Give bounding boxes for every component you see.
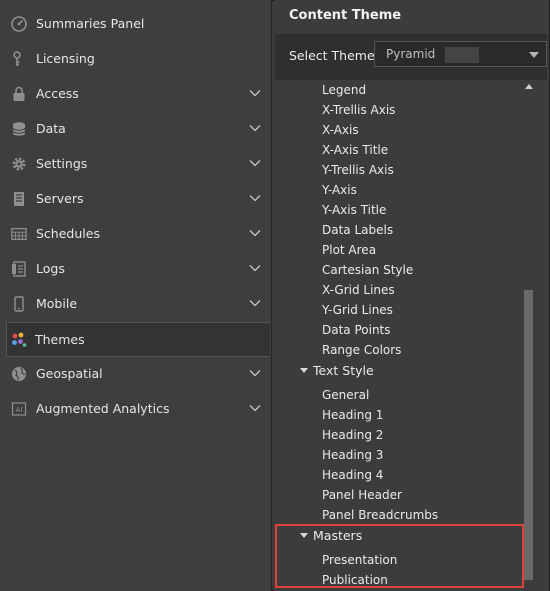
svg-text:AI: AI [16,406,23,414]
calendar-icon [11,226,27,242]
sidebar-item-label: Themes [35,332,85,347]
gauge-icon [11,16,27,32]
database-icon [11,121,27,137]
tree-item-range-colors[interactable]: Range Colors [322,343,401,358]
sidebar-item-augmented-analytics[interactable]: AI Augmented Analytics [0,391,271,426]
theme-selector-bar: Select Theme Pyramid [275,34,547,80]
tree-item-y-axis-title[interactable]: Y-Axis Title [322,203,386,218]
chevron-down-icon[interactable] [249,229,261,237]
sidebar-item-logs[interactable]: Logs [0,251,271,286]
sidebar-item-summaries-panel[interactable]: Summaries Panel [0,6,271,41]
theme-select-value: Pyramid [386,47,436,61]
tree-item-heading-2[interactable]: Heading 2 [322,428,383,443]
sidebar-item-label: Mobile [36,296,78,311]
mobile-icon [11,296,27,312]
ai-icon: AI [11,401,27,417]
tree-item-x-axis-title[interactable]: X-Axis Title [322,143,388,158]
sidebar: Summaries Panel Licensing Access Data Se… [0,0,272,591]
chevron-down-icon[interactable] [249,299,261,307]
tree-item-data-points[interactable]: Data Points [322,323,391,338]
sidebar-item-mobile[interactable]: Mobile [0,286,271,321]
sidebar-item-schedules[interactable]: Schedules [0,216,271,251]
sidebar-item-label: Geospatial [36,366,103,381]
dropdown-arrow-icon[interactable] [529,51,539,59]
sidebar-item-label: Data [36,121,66,136]
tree-item-plot-area[interactable]: Plot Area [322,243,376,258]
logs-icon [11,261,27,277]
chevron-down-icon[interactable] [249,124,261,132]
tree-item-heading-4[interactable]: Heading 4 [322,468,383,483]
sidebar-item-label: Logs [36,261,65,276]
server-icon [11,191,27,207]
sidebar-item-label: Augmented Analytics [36,401,170,416]
tree-item-panel-header[interactable]: Panel Header [322,488,402,503]
tree-item-x-trellis-axis[interactable]: X-Trellis Axis [322,103,395,118]
tree-item-x-axis[interactable]: X-Axis [322,123,359,138]
chevron-down-icon[interactable] [249,369,261,377]
sidebar-item-servers[interactable]: Servers [0,181,271,216]
sidebar-item-label: Servers [36,191,84,206]
tree-item-x-grid-lines[interactable]: X-Grid Lines [322,283,395,298]
tree-item-panel-breadcrumbs[interactable]: Panel Breadcrumbs [322,508,438,523]
sidebar-item-settings[interactable]: Settings [0,146,271,181]
chevron-down-icon[interactable] [249,404,261,412]
sidebar-item-themes[interactable]: Themes [6,322,270,357]
sidebar-item-label: Settings [36,156,88,171]
tree-item-heading-1[interactable]: Heading 1 [322,408,383,423]
tree-item-data-labels[interactable]: Data Labels [322,223,393,238]
tree-item-heading-3[interactable]: Heading 3 [322,448,383,463]
chevron-down-icon[interactable] [249,194,261,202]
sidebar-item-label: Summaries Panel [36,16,145,31]
sidebar-item-data[interactable]: Data [0,111,271,146]
select-theme-label: Select Theme [289,48,375,63]
lock-icon [11,86,27,102]
scroll-up-arrow-icon[interactable] [525,84,533,89]
gear-icon [11,156,27,172]
tree-item-cartesian-style[interactable]: Cartesian Style [322,263,413,278]
theme-swatch [445,47,479,63]
sidebar-item-licensing[interactable]: Licensing [0,41,271,76]
vertical-scrollbar[interactable] [524,82,534,587]
sidebar-item-access[interactable]: Access [0,76,271,111]
sidebar-item-geospatial[interactable]: Geospatial [0,356,271,391]
tree-group-label: Text Style [313,363,374,378]
panel-title: Content Theme [289,8,402,23]
chevron-down-icon[interactable] [249,159,261,167]
highlight-box [275,524,524,588]
tree-item-y-axis[interactable]: Y-Axis [322,183,357,198]
palette-icon [11,332,27,348]
tree-item-legend[interactable]: Legend [322,83,366,98]
sidebar-item-label: Licensing [36,51,95,66]
globe-icon [11,366,27,382]
key-icon [11,51,27,67]
caret-down-icon[interactable] [300,368,308,373]
sidebar-item-label: Schedules [36,226,100,241]
theme-select[interactable]: Pyramid [374,41,547,67]
chevron-down-icon[interactable] [249,89,261,97]
sidebar-item-label: Access [36,86,79,101]
scroll-thumb[interactable] [524,290,533,580]
tree-item-general[interactable]: General [322,388,369,403]
chevron-down-icon[interactable] [249,264,261,272]
tree-item-y-grid-lines[interactable]: Y-Grid Lines [322,303,393,318]
content-theme-panel: Content Theme Select Theme Pyramid Legen… [274,0,549,591]
tree-item-y-trellis-axis[interactable]: Y-Trellis Axis [322,163,394,178]
tree-group-text-style[interactable]: Text Style [300,363,374,379]
